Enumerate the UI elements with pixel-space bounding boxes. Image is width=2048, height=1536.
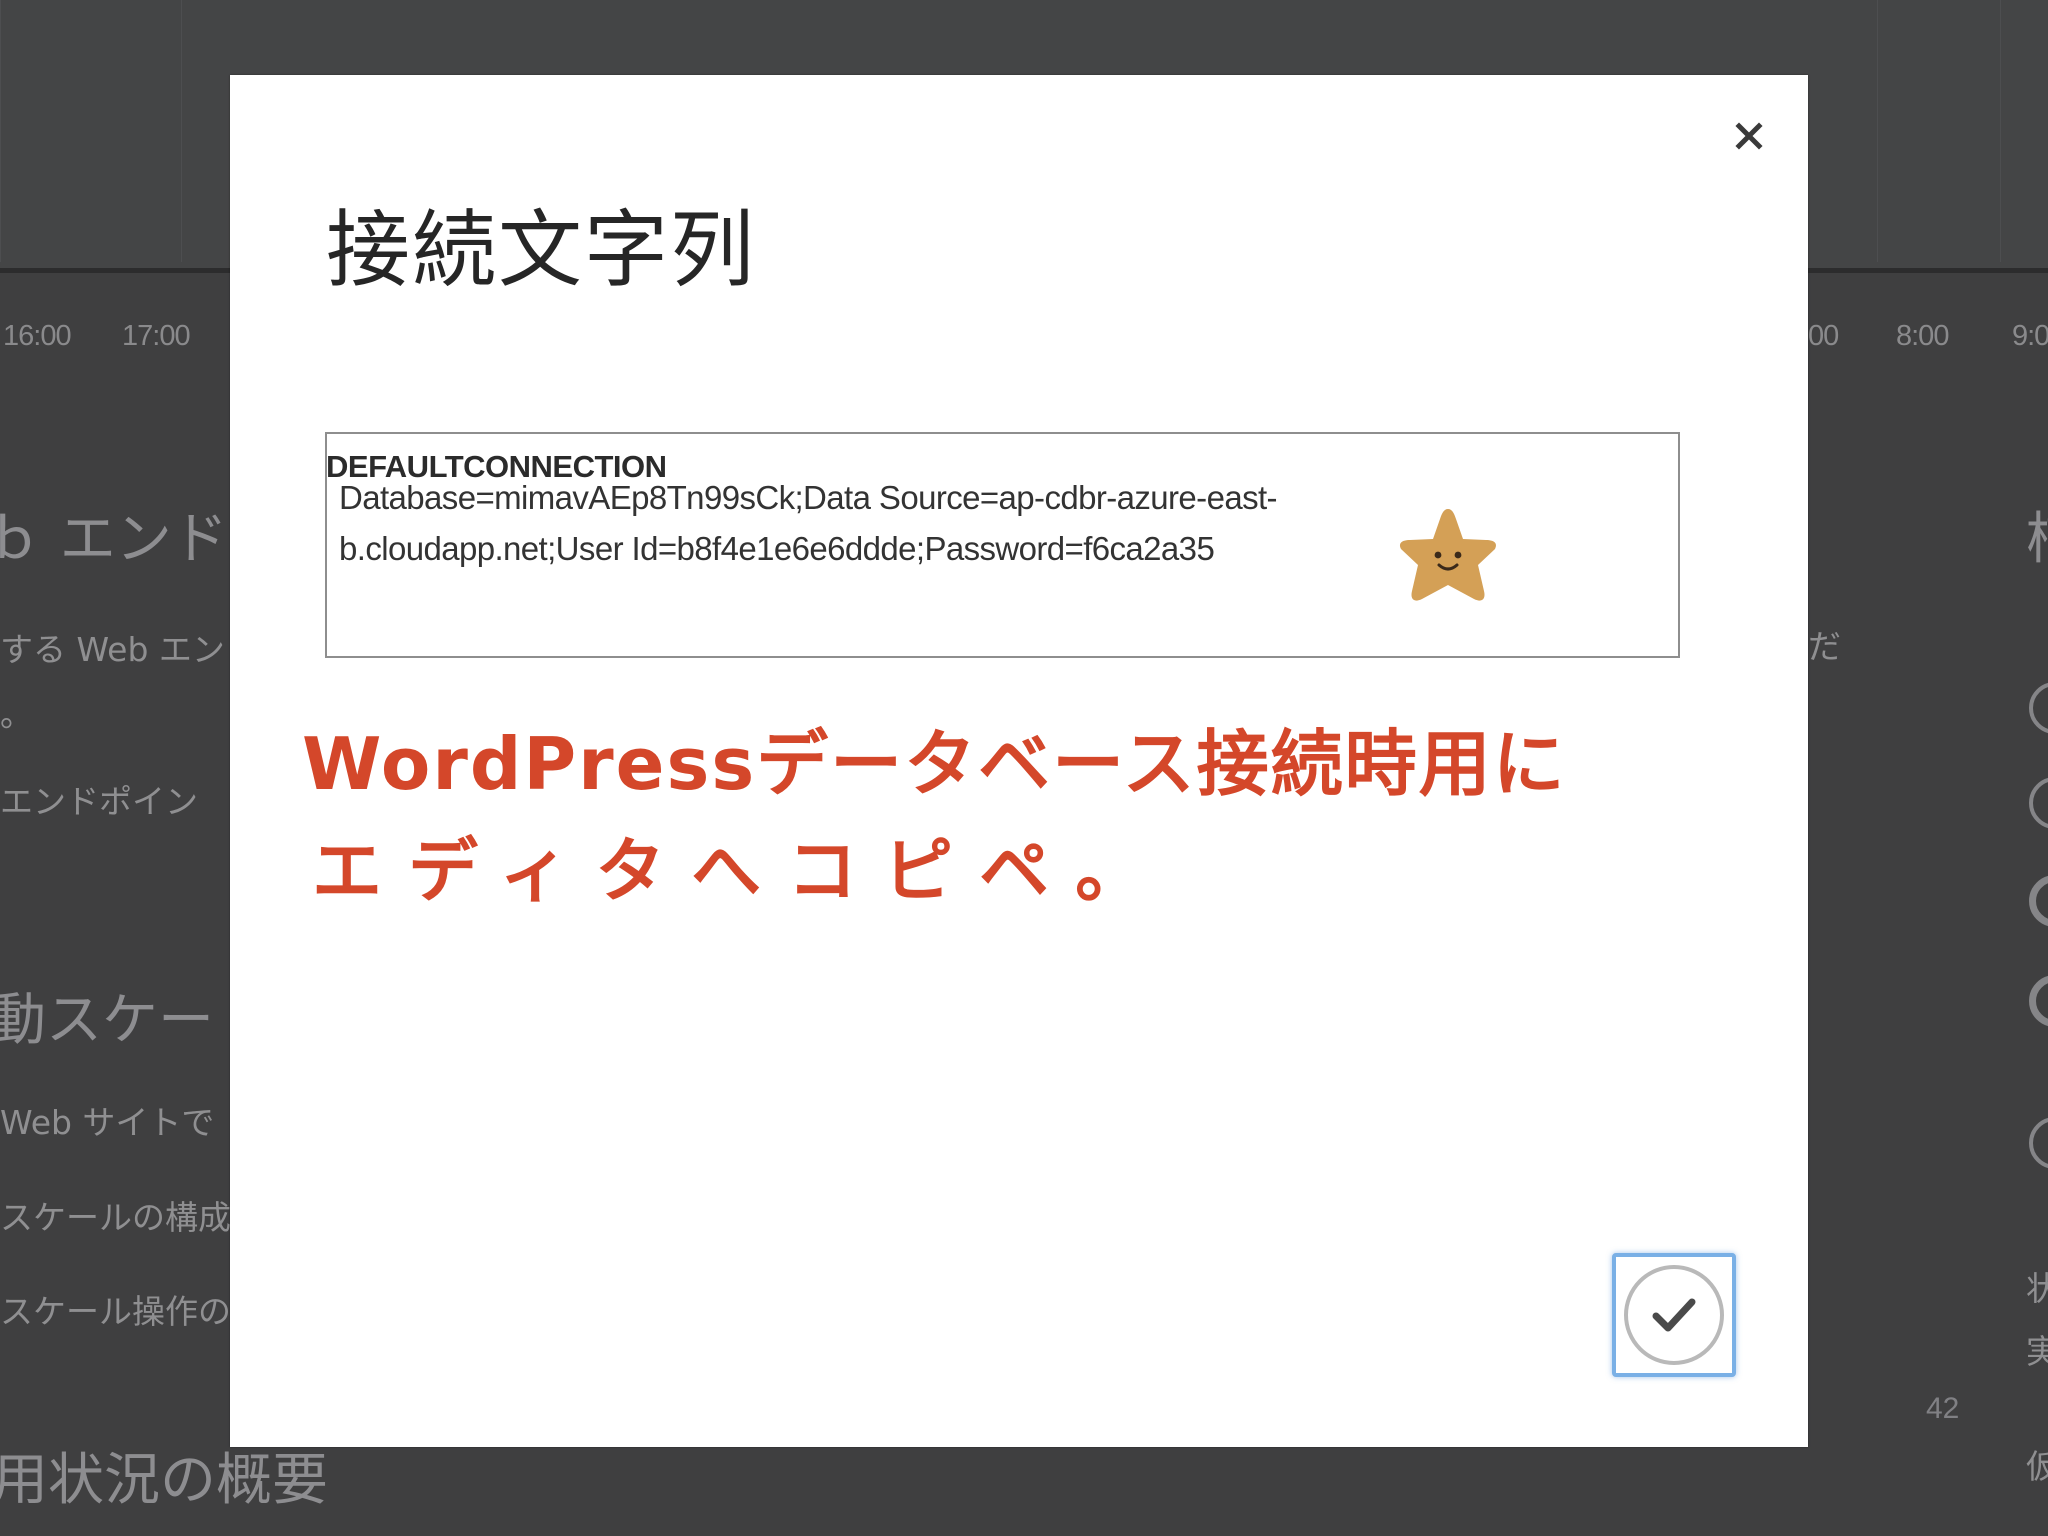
confirm-button[interactable] xyxy=(1612,1253,1736,1377)
chart-time-tick: 17:00 xyxy=(122,320,191,352)
chart-gridline xyxy=(181,0,182,262)
background-text: 仮 xyxy=(2026,1447,2048,1486)
background-radio xyxy=(2029,1117,2048,1169)
background-text: Web サイトで xyxy=(0,1103,215,1142)
close-button[interactable] xyxy=(1725,112,1773,160)
annotation-line: WordPressデータベース接続時用に xyxy=(302,722,1567,806)
annotation-line: エディタへコピペ。 xyxy=(312,830,1172,912)
chart-time-tick: 00 xyxy=(1808,320,1839,352)
chart-time-tick: 8:00 xyxy=(1896,320,1949,352)
close-x-icon xyxy=(1735,122,1763,150)
background-text: だ xyxy=(1808,627,1841,666)
chart-gridline xyxy=(0,0,1,262)
chart-time-tick: 16:00 xyxy=(3,320,72,352)
background-radio xyxy=(2029,975,2048,1027)
background-heading: 用状況の概要 xyxy=(0,1448,328,1513)
background-radio xyxy=(2029,777,2048,829)
background-text: エンドポイン xyxy=(0,782,198,821)
background-radio xyxy=(2029,682,2048,734)
connection-string-dialog: 接続文字列 DEFAULTCONNECTION Database=mimavAE… xyxy=(230,75,1808,1447)
chart-gridline xyxy=(2000,0,2001,262)
background-heading: 柿 xyxy=(2026,494,2048,575)
chart-gridline xyxy=(1877,0,1878,262)
background-text: 。 xyxy=(0,695,33,734)
background-heading: ｂ エンド xyxy=(0,507,228,572)
background-heading: 動スケー xyxy=(0,988,214,1053)
smiling-star-icon xyxy=(1400,509,1496,601)
chart-time-tick: 9:0 xyxy=(2012,320,2048,352)
background-text: 実 xyxy=(2026,1332,2048,1371)
background-text: する Web エン xyxy=(0,630,225,669)
background-text: スケールの構成 xyxy=(0,1198,231,1237)
slide-page-number: 42 xyxy=(1926,1392,1960,1425)
background-radio xyxy=(2029,875,2048,927)
checkmark-circle-icon xyxy=(1624,1265,1724,1365)
screen: 16:00 17:00 00 8:00 9:0 ｂ エンド する Web エン … xyxy=(0,0,2048,1536)
dialog-title: 接続文字列 xyxy=(326,201,757,299)
background-text: スケール操作の xyxy=(0,1292,231,1331)
background-text: 状 xyxy=(2026,1269,2048,1308)
